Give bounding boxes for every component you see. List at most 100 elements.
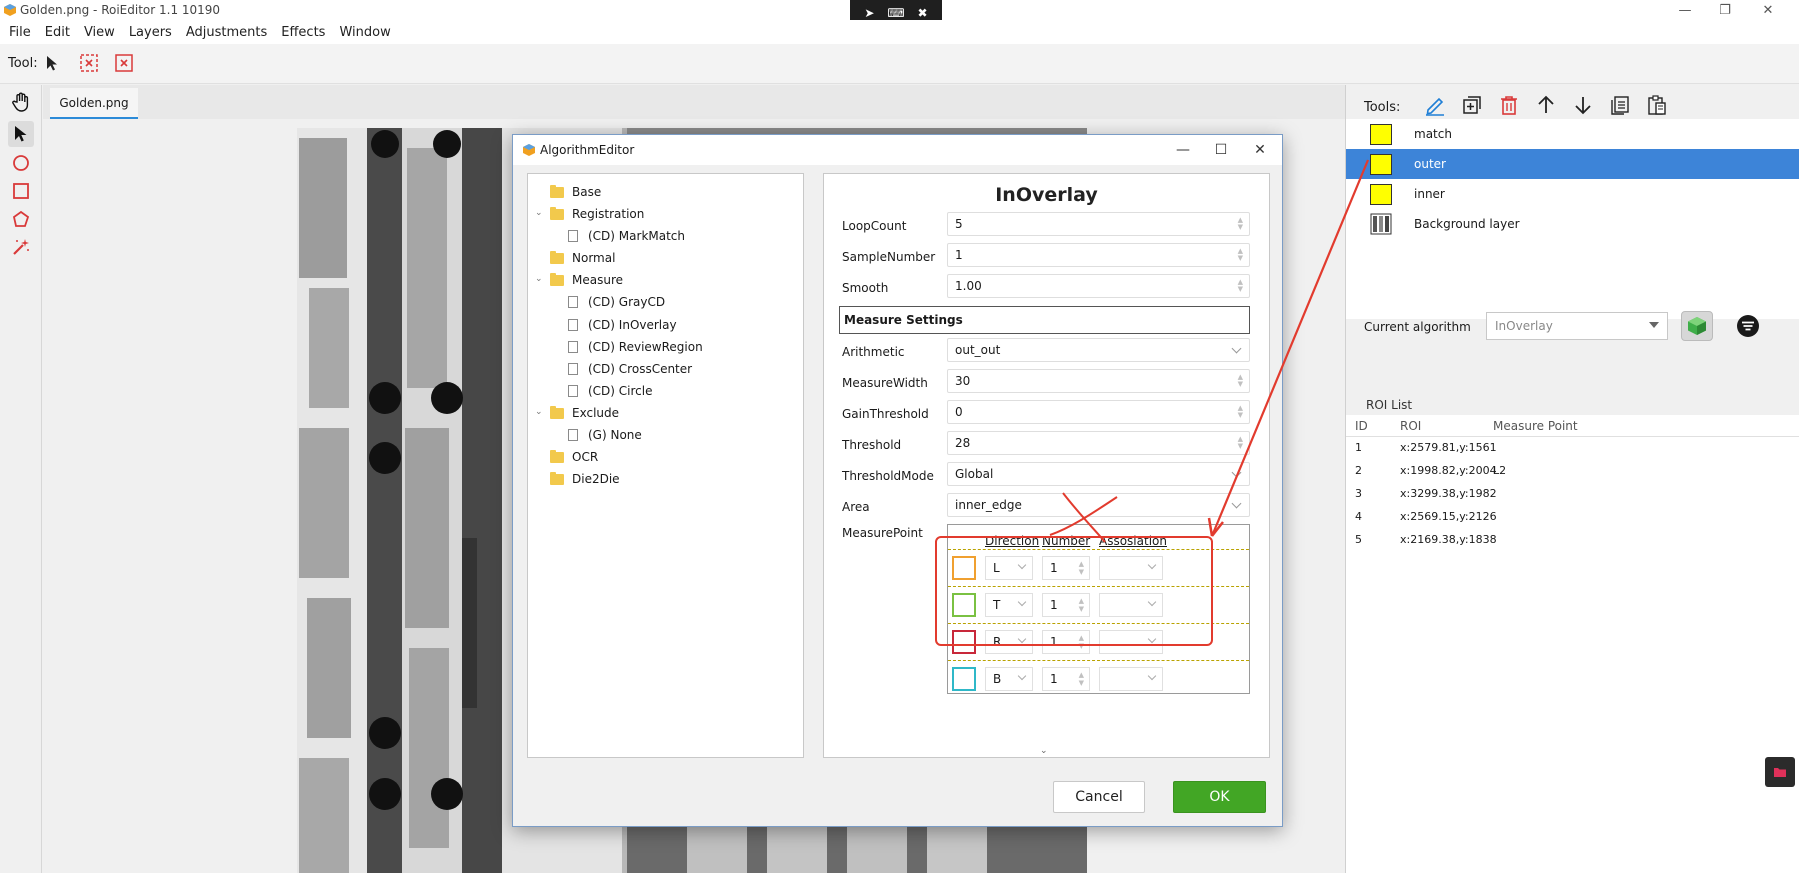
spinner-icon[interactable]: ▲ ▼ — [1238, 248, 1243, 262]
arithmetic-select[interactable]: out_out — [947, 338, 1250, 362]
layer-row-background[interactable]: Background layer — [1346, 209, 1799, 239]
spinner-icon[interactable]: ▲ ▼ — [1079, 671, 1084, 687]
assosiation-select[interactable] — [1099, 593, 1163, 617]
document-tab[interactable]: Golden.png — [50, 88, 138, 119]
close-circle-icon[interactable]: ✖ — [918, 6, 928, 20]
spinner-icon[interactable]: ▲ ▼ — [1238, 436, 1243, 450]
direction-select[interactable]: B — [985, 667, 1033, 691]
layer-row-match[interactable]: match — [1346, 119, 1799, 149]
samplenumber-input[interactable]: 1 ▲ ▼ — [947, 243, 1250, 267]
add-layer-button[interactable] — [1457, 90, 1487, 120]
ellipse-tool-button[interactable] — [8, 150, 34, 176]
current-algorithm-select[interactable]: InOverlay — [1486, 312, 1668, 340]
measure-point-color-swatch[interactable] — [952, 667, 976, 691]
copy-layer-button[interactable] — [1605, 90, 1635, 120]
tree-folder-ocr[interactable]: OCR — [550, 447, 598, 467]
number-input[interactable]: 1 ▲ ▼ — [1042, 556, 1090, 580]
area-select[interactable]: inner_edge — [947, 493, 1250, 517]
dialog-minimize-button[interactable]: — — [1171, 139, 1195, 161]
tree-item-inoverlay[interactable]: (CD) InOverlay — [568, 315, 677, 335]
roi-table-row[interactable]: 3 x:3299.38,y:1982 — [1346, 483, 1799, 505]
spinner-icon[interactable]: ▲ ▼ — [1079, 634, 1084, 650]
thresholdmode-select[interactable]: Global — [947, 462, 1250, 486]
magic-wand-tool-button[interactable] — [8, 234, 34, 260]
assosiation-select[interactable] — [1099, 630, 1163, 654]
spinner-icon[interactable]: ▲ ▼ — [1238, 405, 1243, 419]
direction-select[interactable]: T — [985, 593, 1033, 617]
number-input[interactable]: 1 ▲ ▼ — [1042, 667, 1090, 691]
algorithm-settings-button[interactable] — [1732, 311, 1764, 341]
number-input[interactable]: 1 ▲ ▼ — [1042, 593, 1090, 617]
tree-item-reviewregion[interactable]: (CD) ReviewRegion — [568, 337, 703, 357]
tree-item-crosscenter[interactable]: (CD) CrossCenter — [568, 359, 692, 379]
spinner-icon[interactable]: ▲ ▼ — [1238, 279, 1243, 293]
gainthreshold-input[interactable]: 0 ▲ ▼ — [947, 400, 1250, 424]
column-header-measure-point[interactable]: Measure Point — [1493, 419, 1578, 433]
edit-layer-button[interactable] — [1420, 90, 1450, 120]
tree-folder-die2die[interactable]: Die2Die — [550, 469, 620, 489]
tree-folder-exclude[interactable]: Exclude — [550, 403, 619, 423]
tree-item-none[interactable]: (G) None — [568, 425, 642, 445]
measure-point-color-swatch[interactable] — [952, 593, 976, 617]
spinner-icon[interactable]: ▲ ▼ — [1079, 597, 1084, 613]
menu-effects[interactable]: Effects — [274, 25, 332, 40]
assosiation-select[interactable] — [1099, 667, 1163, 691]
menu-view[interactable]: View — [77, 25, 122, 40]
pointer-icon[interactable]: ➤ — [864, 6, 874, 20]
paste-layer-button[interactable] — [1642, 90, 1672, 120]
chevron-down-icon[interactable]: ⌄ — [535, 208, 545, 218]
move-layer-up-button[interactable] — [1531, 90, 1561, 120]
select-arrow-icon[interactable] — [42, 53, 62, 73]
tree-item-graycd[interactable]: (CD) GrayCD — [568, 292, 665, 312]
polygon-tool-button[interactable] — [8, 206, 34, 232]
spinner-icon[interactable]: ▲ ▼ — [1238, 217, 1243, 231]
threshold-input[interactable]: 28 ▲ ▼ — [947, 431, 1250, 455]
hand-tool-button[interactable] — [8, 89, 34, 115]
roi-table-row[interactable]: 2 x:1998.82,y:2004 L2 — [1346, 460, 1799, 482]
delete-layer-button[interactable] — [1494, 90, 1524, 120]
algorithm-editor-button[interactable] — [1681, 311, 1713, 341]
layer-row-inner[interactable]: inner — [1346, 179, 1799, 209]
roi-table-row[interactable]: 5 x:2169.38,y:1838 — [1346, 529, 1799, 551]
chevron-down-icon[interactable]: ⌄ — [535, 407, 545, 417]
clear-all-roi-icon[interactable] — [114, 53, 134, 73]
menu-adjustments[interactable]: Adjustments — [179, 25, 274, 40]
measure-point-color-swatch[interactable] — [952, 556, 976, 580]
side-dock-button[interactable] — [1765, 757, 1795, 787]
keyboard-icon[interactable]: ⌨ — [887, 6, 904, 20]
layer-row-outer[interactable]: outer — [1346, 149, 1799, 179]
restore-button[interactable]: ❐ — [1702, 0, 1748, 20]
tree-item-circle[interactable]: (CD) Circle — [568, 381, 653, 401]
ok-button[interactable]: OK — [1173, 781, 1266, 813]
tree-folder-registration[interactable]: Registration — [550, 204, 644, 224]
spinner-icon[interactable]: ▲ ▼ — [1238, 374, 1243, 388]
direction-select[interactable]: L — [985, 556, 1033, 580]
scroll-down-icon[interactable]: ⌄ — [1040, 746, 1048, 756]
menu-file[interactable]: File — [2, 25, 38, 40]
dialog-close-button[interactable]: ✕ — [1248, 139, 1272, 161]
column-header-roi[interactable]: ROI — [1400, 419, 1421, 433]
chevron-down-icon[interactable]: ⌄ — [535, 274, 545, 284]
tree-item-markmatch[interactable]: (CD) MarkMatch — [568, 226, 685, 246]
dialog-maximize-button[interactable]: ☐ — [1209, 139, 1233, 161]
cancel-button[interactable]: Cancel — [1053, 781, 1145, 813]
smooth-input[interactable]: 1.00 ▲ ▼ — [947, 274, 1250, 298]
close-button[interactable]: ✕ — [1745, 0, 1791, 20]
tree-folder-base[interactable]: Base — [550, 182, 601, 202]
measure-point-color-swatch[interactable] — [952, 630, 976, 654]
move-layer-down-button[interactable] — [1568, 90, 1598, 120]
rectangle-tool-button[interactable] — [8, 178, 34, 204]
number-input[interactable]: 1 ▲ ▼ — [1042, 630, 1090, 654]
spinner-icon[interactable]: ▲ ▼ — [1079, 560, 1084, 576]
menu-edit[interactable]: Edit — [38, 25, 77, 40]
select-tool-button[interactable] — [8, 121, 34, 147]
roi-table-row[interactable]: 1 x:2579.81,y:1561 — [1346, 437, 1799, 459]
assosiation-select[interactable] — [1099, 556, 1163, 580]
menu-layers[interactable]: Layers — [122, 25, 179, 40]
tree-folder-normal[interactable]: Normal — [550, 248, 615, 268]
loopcount-input[interactable]: 5 ▲ ▼ — [947, 212, 1250, 236]
clear-roi-icon[interactable] — [79, 53, 99, 73]
column-header-id[interactable]: ID — [1355, 419, 1368, 433]
roi-table-row[interactable]: 4 x:2569.15,y:2126 — [1346, 506, 1799, 528]
menu-window[interactable]: Window — [332, 25, 397, 40]
